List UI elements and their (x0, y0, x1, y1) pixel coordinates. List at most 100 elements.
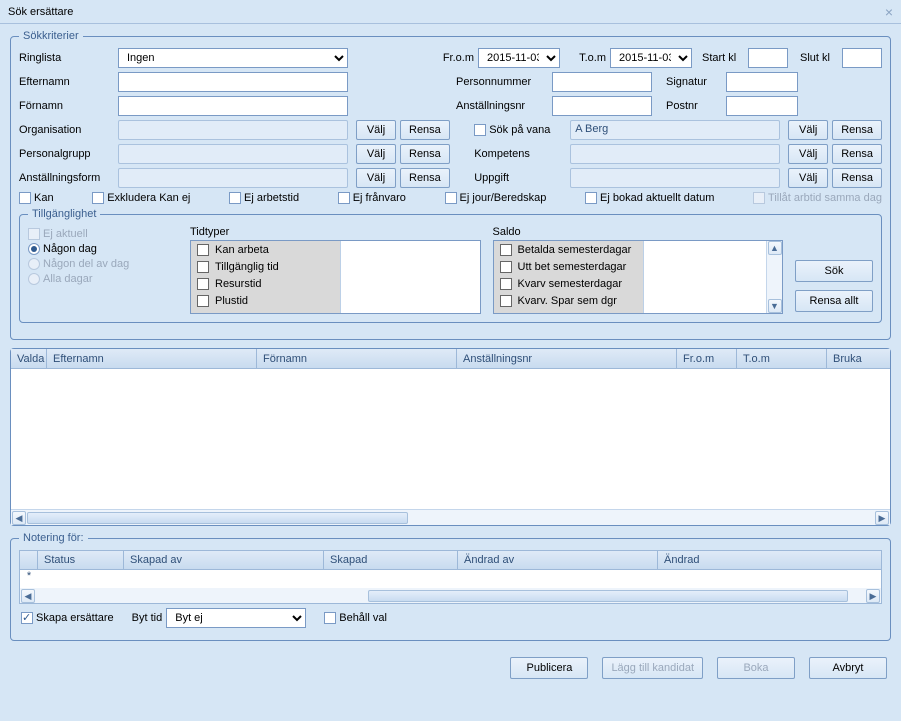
exkludera-checkbox[interactable]: Exkludera Kan ej (92, 192, 190, 204)
col-from[interactable]: Fr.o.m (677, 349, 737, 368)
tom-label: T.o.m (570, 52, 606, 64)
rensaallt-button[interactable]: Rensa allt (795, 290, 873, 312)
list-item: Kan arbeta (191, 241, 340, 258)
scroll-left-icon[interactable]: ◀ (12, 511, 26, 525)
tom-date[interactable]: 2015-11-03 (610, 48, 692, 68)
list-item: Resurstid (191, 275, 340, 292)
organisation-box (118, 120, 348, 140)
avbryt-button[interactable]: Avbryt (809, 657, 887, 679)
col-skapad[interactable]: Skapad (324, 551, 458, 569)
publicera-button[interactable]: Publicera (510, 657, 588, 679)
anstallningsnr-input[interactable] (552, 96, 652, 116)
scroll-right-icon[interactable]: ▶ (866, 589, 880, 603)
postnr-input[interactable] (726, 96, 798, 116)
ejbokad-checkbox[interactable]: Ej bokad aktuellt datum (585, 192, 714, 204)
notering-fieldset: Notering för: Status Skapad av Skapad Än… (10, 532, 891, 641)
uppgift-valj-button[interactable]: Välj (788, 168, 828, 188)
nagondel-radio: Någon del av dag (28, 258, 178, 270)
personalgrupp-rensa-button[interactable]: Rensa (400, 144, 450, 164)
ejjour-checkbox[interactable]: Ej jour/Beredskap (445, 192, 547, 204)
laggtillkandidat-button: Lägg till kandidat (602, 657, 703, 679)
anstallningsform-rensa-button[interactable]: Rensa (400, 168, 450, 188)
scrollbar[interactable]: ▲ ▼ (766, 241, 782, 313)
anstallningsform-valj-button[interactable]: Välj (356, 168, 396, 188)
close-icon[interactable]: × (885, 0, 893, 24)
list-item: Utt bet semesterdagar (494, 258, 643, 275)
kan-checkbox[interactable]: Kan (19, 192, 54, 204)
col-status[interactable]: Status (38, 551, 124, 569)
personnummer-input[interactable] (552, 72, 652, 92)
scroll-down-icon[interactable]: ▼ (768, 299, 782, 313)
scroll-up-icon[interactable]: ▲ (768, 241, 782, 255)
behallval-checkbox[interactable]: Behåll val (324, 612, 387, 624)
skapaersattare-checkbox[interactable]: Skapa ersättare (21, 612, 114, 624)
organisation-valj-button[interactable]: Välj (356, 120, 396, 140)
signatur-input[interactable] (726, 72, 798, 92)
col-efternamn[interactable]: Efternamn (47, 349, 257, 368)
checkbox-icon[interactable] (197, 295, 209, 307)
col-valda[interactable]: Valda (11, 349, 47, 368)
fornamn-label: Förnamn (19, 100, 114, 112)
checkbox-icon[interactable] (197, 261, 209, 273)
col-fornamn[interactable]: Förnamn (257, 349, 457, 368)
saldo-listbox[interactable]: Betalda semesterdagar Utt bet semesterda… (493, 240, 784, 314)
list-item: Kvarv. Spar sem dgr (494, 292, 643, 309)
availability-legend: Tillgänglighet (28, 208, 100, 220)
notering-hscroll[interactable]: ◀ ▶ (19, 588, 882, 604)
ejfranvaro-checkbox[interactable]: Ej frånvaro (338, 192, 406, 204)
ringlista-select[interactable]: Ingen (118, 48, 348, 68)
col-andrad[interactable]: Ändrad (658, 551, 881, 569)
uppgift-box (570, 168, 780, 188)
uppgift-rensa-button[interactable]: Rensa (832, 168, 882, 188)
notering-legend: Notering för: (19, 532, 88, 544)
results-hscroll[interactable]: ◀ ▶ (11, 509, 890, 525)
tidtyper-listbox[interactable]: Kan arbeta Tillgänglig tid Resurstid Plu… (190, 240, 481, 314)
personnummer-label: Personnummer (456, 76, 548, 88)
from-label: Fr.o.m (434, 52, 474, 64)
from-date[interactable]: 2015-11-03 (478, 48, 560, 68)
fornamn-input[interactable] (118, 96, 348, 116)
boka-button: Boka (717, 657, 795, 679)
scroll-left-icon[interactable]: ◀ (21, 589, 35, 603)
byttid-select[interactable]: Byt ej (166, 608, 306, 628)
col-andradav[interactable]: Ändrad av (458, 551, 658, 569)
list-item: Plustid (191, 292, 340, 309)
kompetens-rensa-button[interactable]: Rensa (832, 144, 882, 164)
nagondag-radio[interactable]: Någon dag (28, 243, 178, 255)
checkbox-icon[interactable] (500, 295, 512, 307)
criteria-legend: Sökkriterier (19, 30, 83, 42)
anstallningsform-label: Anställningsform (19, 172, 114, 184)
checkbox-icon[interactable] (197, 244, 209, 256)
col-skapadav[interactable]: Skapad av (124, 551, 324, 569)
startkl-input[interactable] (748, 48, 788, 68)
sokpavana-valj-button[interactable]: Välj (788, 120, 828, 140)
anstallningsform-box (118, 168, 348, 188)
personalgrupp-valj-button[interactable]: Välj (356, 144, 396, 164)
ejarbetstid-checkbox[interactable]: Ej arbetstid (229, 192, 299, 204)
col-tom[interactable]: T.o.m (737, 349, 827, 368)
efternamn-input[interactable] (118, 72, 348, 92)
kompetens-valj-button[interactable]: Välj (788, 144, 828, 164)
sokpavana-rensa-button[interactable]: Rensa (832, 120, 882, 140)
organisation-rensa-button[interactable]: Rensa (400, 120, 450, 140)
tidtyper-label: Tidtyper (190, 226, 481, 238)
checkbox-icon[interactable] (500, 278, 512, 290)
checkbox-icon[interactable] (500, 244, 512, 256)
sokpavana-label: Sök på vana (489, 124, 550, 136)
scroll-right-icon[interactable]: ▶ (875, 511, 889, 525)
kompetens-label: Kompetens (474, 148, 566, 160)
personalgrupp-box (118, 144, 348, 164)
slutkl-input[interactable] (842, 48, 882, 68)
slutkl-label: Slut kl (800, 52, 838, 64)
col-bruka[interactable]: Bruka (827, 349, 890, 368)
checkbox-icon[interactable] (197, 278, 209, 290)
row-marker-icon: * (20, 570, 38, 588)
window-title: Sök ersättare (8, 0, 73, 24)
notering-body: * (19, 570, 882, 588)
sok-button[interactable]: Sök (795, 260, 873, 282)
checkbox-icon[interactable] (500, 261, 512, 273)
availability-fieldset: Tillgänglighet Ej aktuell Någon dag Någo… (19, 208, 882, 323)
col-anstnr[interactable]: Anställningsnr (457, 349, 677, 368)
sokpavana-value: A Berg (570, 120, 780, 140)
sokpavana-checkbox[interactable]: Sök på vana (474, 124, 566, 136)
